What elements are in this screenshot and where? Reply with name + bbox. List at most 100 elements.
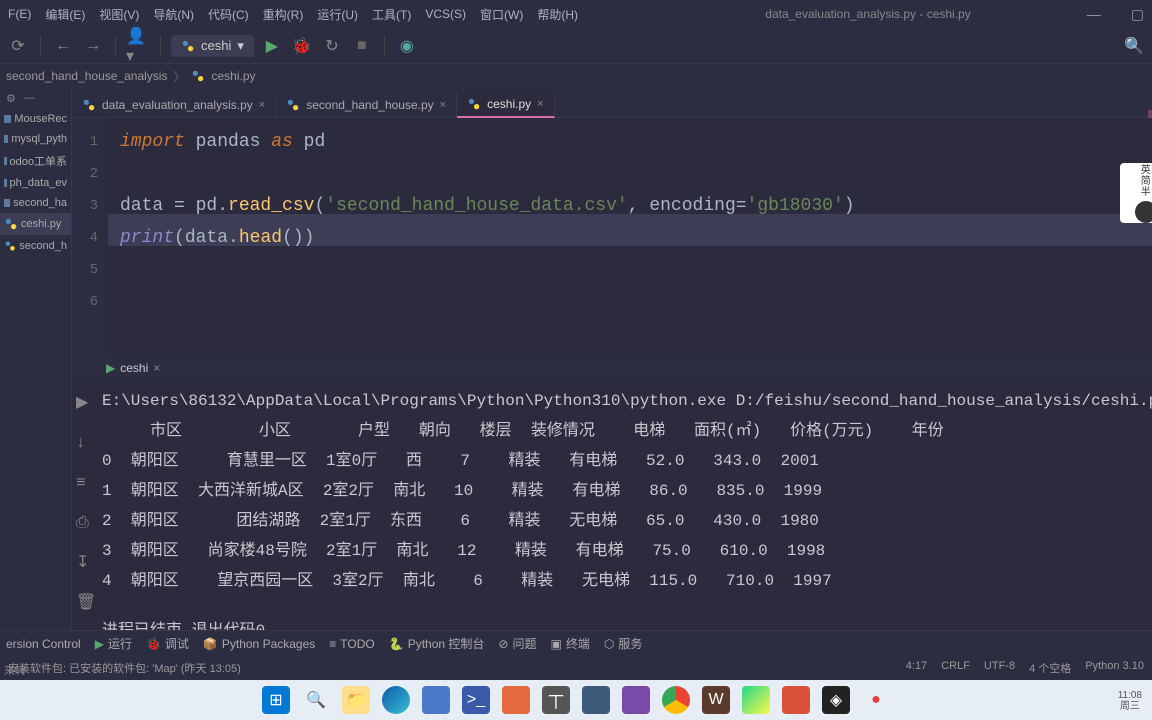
exit-message: 进程已结束,退出代码0 [102,616,1152,630]
wrap-icon[interactable]: ≡ [76,468,96,498]
rerun-icon[interactable]: ▶ [76,388,96,418]
status-bar: 安装软件包: 已安装的软件包: 'Map' (昨天 13:05) 4:17 CR… [0,656,1152,680]
gear-icon[interactable]: ⚙ [6,92,16,105]
start-button[interactable]: ⊞ [262,686,290,714]
tree-folder[interactable]: mysql_pyth [0,129,71,149]
run-tab-bar: ▶ ceshi × ⚙ [72,356,1152,380]
minimize-icon[interactable]: — [1087,6,1101,23]
version-control-tab[interactable]: ersion Control [6,637,81,651]
print-icon[interactable]: ⎙ [76,508,96,538]
run-tab[interactable]: ▶运行 [95,635,132,652]
breadcrumb-sep-icon: 〉 [173,68,185,85]
line-separator[interactable]: CRLF [941,660,970,676]
services-tab[interactable]: ⬡服务 [604,635,643,652]
menu-code[interactable]: 代码(C) [208,6,249,23]
explorer-icon[interactable]: 📁 [342,686,370,714]
stop-button[interactable]: ■ [350,34,374,58]
debug-button[interactable]: 🐞 [290,34,314,58]
python-icon [181,39,195,53]
search-taskbar-icon[interactable]: 🔍 [302,686,330,714]
record-icon[interactable]: ● [862,686,890,714]
git-icon[interactable]: ◉ [395,34,419,58]
tree-folder[interactable]: MouseRec [0,109,71,129]
run-button[interactable]: ▶ [260,34,284,58]
tree-folder[interactable]: second_ha [0,193,71,213]
forward-icon[interactable]: → [81,34,105,58]
breadcrumb-root[interactable]: second_hand_house_analysis [6,69,167,83]
user-icon[interactable]: 👤▾ [126,34,150,58]
app-icon[interactable]: 丅 [542,686,570,714]
app-icon[interactable] [622,686,650,714]
menu-window[interactable]: 窗口(W) [480,6,523,23]
terminal-icon[interactable]: >_ [462,686,490,714]
search-icon[interactable]: 🔍 [1122,34,1146,58]
run-config-selector[interactable]: ceshi ▾ [171,35,254,57]
tree-folder[interactable]: ph_data_ev [0,173,71,193]
menu-view[interactable]: 视图(V) [99,6,139,23]
todo-tab[interactable]: ≡TODO [329,637,374,651]
python-console-tab[interactable]: 🐍Python 控制台 [389,635,485,652]
output-path: E:\Users\86132\AppData\Local\Programs\Py… [102,386,1152,416]
app-icon[interactable] [582,686,610,714]
tree-file[interactable]: second_h [0,235,71,257]
down-icon[interactable]: ↓ [76,428,96,458]
close-icon[interactable]: × [537,98,543,110]
file-tree[interactable]: MouseRec mysql_pyth odoo工单系 ph_data_ev s… [0,109,71,257]
app-icon[interactable]: ◈ [822,686,850,714]
menu-edit[interactable]: 编辑(E) [45,6,85,23]
tab-ceshi[interactable]: ceshi.py × [457,92,554,118]
menu-tools[interactable]: 工具(T) [372,6,411,23]
menu-help[interactable]: 帮助(H) [537,6,578,23]
python-icon [82,98,96,112]
project-panel: ⚙ — MouseRec mysql_pyth odoo工单系 ph_data_… [0,88,72,630]
line-gutter: 123456 [72,118,108,356]
problems-tab[interactable]: ⊘问题 [498,635,536,652]
indent-info[interactable]: 4 个空格 [1029,660,1071,676]
coverage-icon[interactable]: ↻ [320,34,344,58]
app-icon[interactable] [502,686,530,714]
table-row: 2 朝阳区 团结湖路 2室1厅 东西 6 精装 无电梯 65.0 430.0 1… [102,506,1152,536]
run-config-name: ceshi [201,38,231,53]
menu-file[interactable]: F(E) [8,7,31,21]
app-icon[interactable] [782,686,810,714]
sync-icon[interactable]: ⟳ [6,34,30,58]
cursor-position[interactable]: 4:17 [906,660,927,676]
export-icon[interactable]: ↧ [76,548,96,578]
back-icon[interactable]: ← [51,34,75,58]
collapse-icon[interactable]: — [24,92,35,105]
debug-tab[interactable]: 🐞调试 [146,635,189,652]
close-icon[interactable]: × [440,99,446,111]
trash-icon[interactable]: 🗑 [76,588,96,618]
menu-vcs[interactable]: VCS(S) [425,7,466,21]
python-packages-tab[interactable]: 📦Python Packages [203,637,315,651]
chrome-icon[interactable] [662,686,690,714]
tree-file[interactable]: ceshi.py [0,213,71,235]
taskbar-clock[interactable]: 11:08 周三 [1118,690,1142,712]
breadcrumb: second_hand_house_analysis 〉 ceshi.py [0,64,1152,88]
run-output[interactable]: ▶ ↓ ≡ ⎙ ↧ 🗑 E:\Users\86132\AppData\Local… [72,380,1152,630]
menu-nav[interactable]: 导航(N) [153,6,194,23]
interpreter[interactable]: Python 3.10 [1085,660,1144,676]
menu-run[interactable]: 运行(U) [317,6,358,23]
maximize-icon[interactable]: ▢ [1131,6,1144,23]
tree-folder[interactable]: odoo工单系 [0,149,71,173]
file-encoding[interactable]: UTF-8 [984,660,1015,676]
status-message: 安装软件包: 已安装的软件包: 'Map' (昨天 13:05) [8,660,241,676]
close-icon[interactable]: × [153,361,160,375]
code-editor[interactable]: 123456 import pandas as pd data = pd.rea… [72,118,1152,356]
menu-refactor[interactable]: 重构(R) [263,6,304,23]
edge-icon[interactable] [382,686,410,714]
python-icon [286,98,300,112]
app-icon[interactable] [422,686,450,714]
tab-second-hand-house[interactable]: second_hand_house.py × [276,93,457,117]
toolbar: ⟳ ← → 👤▾ ceshi ▾ ▶ 🐞 ↻ ■ ◉ 🔍 [0,28,1152,64]
table-row: 1 朝阳区 大西洋新城A区 2室2厅 南北 10 精装 有电梯 86.0 835… [102,476,1152,506]
close-icon[interactable]: × [259,99,265,111]
run-tab[interactable]: ▶ ceshi × [96,358,170,378]
table-header: 市区 小区 户型 朝向 楼层 装修情况 电梯 面积(㎡) 价格(万元) 年份 [102,416,1152,446]
pycharm-icon[interactable] [742,686,770,714]
terminal-tab[interactable]: ▣终端 [550,635,589,652]
app-icon[interactable]: W [702,686,730,714]
tab-data-evaluation[interactable]: data_evaluation_analysis.py × [72,93,276,117]
breadcrumb-file[interactable]: ceshi.py [211,69,255,83]
